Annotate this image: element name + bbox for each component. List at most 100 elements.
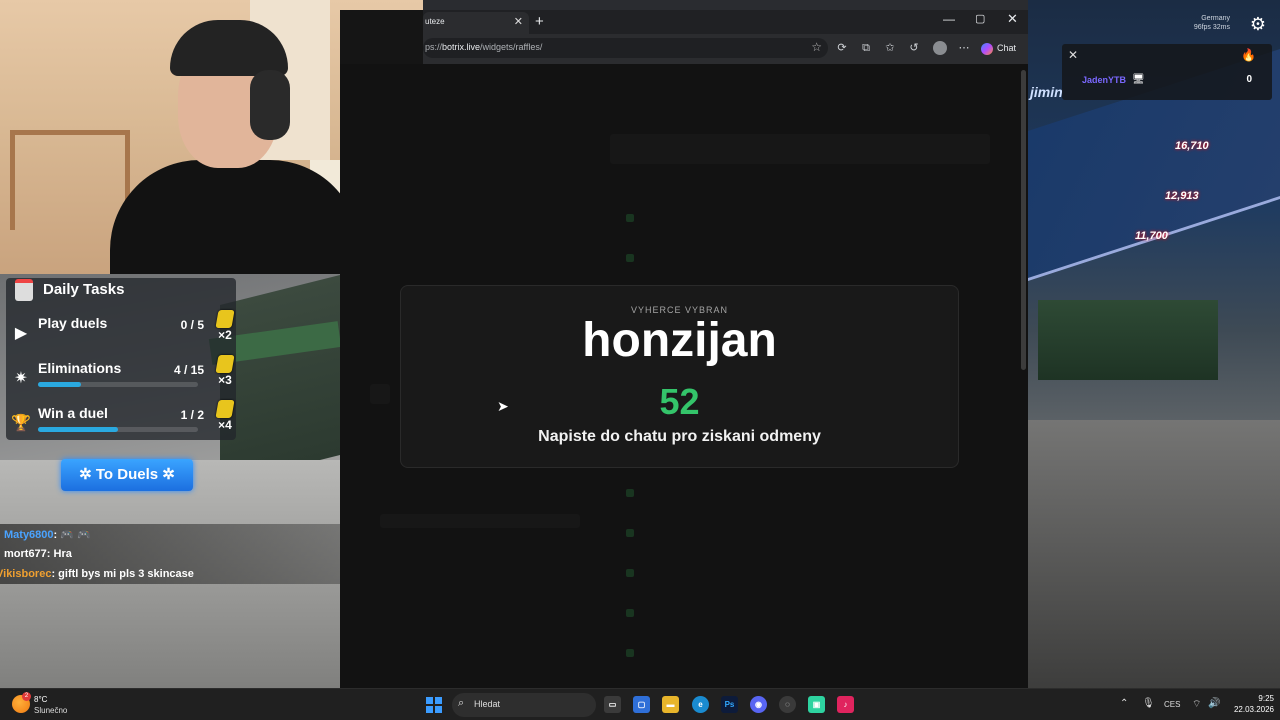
weather-condition: Slunečno [34, 706, 68, 715]
monitor-icon: 🖥 [1132, 74, 1145, 85]
winner-number: 52 [659, 381, 700, 422]
game-view-right [1028, 0, 1280, 688]
notification-badge: 2 [22, 692, 31, 701]
windows-start-icon[interactable] [426, 697, 442, 713]
server-info: Germany 96fps 32ms [1170, 14, 1230, 32]
tiktok-icon[interactable]: ♪ [837, 696, 854, 713]
task-row: ▶ Play duels 0 / 5 ×2 [6, 310, 236, 355]
calendar-icon [15, 279, 33, 301]
daily-tasks-panel: Daily Tasks ▶ Play duels 0 / 5 ×2 ✷ Elim… [6, 278, 236, 440]
mouse-cursor: ➤ [497, 398, 509, 414]
photoshop-icon[interactable]: Ps [721, 696, 738, 713]
url-path: /widgets/raffles/ [480, 42, 543, 52]
url-field[interactable]: ps://botrix.live/widgets/raffles/ ☆ [423, 38, 828, 58]
reward-multiplier: ×2 [218, 328, 232, 342]
maximize-icon[interactable]: ▢ [975, 12, 985, 25]
chat-text: : 🎮 🎮 [53, 529, 91, 541]
language-indicator[interactable]: CES [1164, 700, 1180, 709]
close-icon[interactable]: ✕ [1068, 48, 1078, 62]
chat-username: mort677 [4, 548, 47, 560]
copilot-chat-button[interactable]: Chat [981, 40, 1016, 56]
volume-icon[interactable]: 🔊 [1208, 698, 1220, 709]
server-stats: 96fps 32ms [1193, 24, 1230, 31]
microphone-icon[interactable]: 🎙 [1142, 698, 1155, 709]
headphones [250, 70, 290, 140]
close-icon[interactable]: ✕ [514, 15, 523, 28]
clock[interactable]: 9:25 22.03.2026 [1222, 693, 1274, 715]
search-icon: ⌕ [458, 697, 465, 709]
task-view-icon[interactable]: ▭ [604, 696, 621, 713]
search-placeholder: Hledat [474, 699, 501, 709]
address-bar: ps://botrix.live/widgets/raffles/ ☆ ⟳ ⧉ … [423, 34, 1028, 64]
coin-icon [215, 310, 235, 328]
faded-dot [626, 609, 634, 617]
chevron-up-icon[interactable]: ⌃ [1120, 698, 1128, 709]
chat-text: : giftl bys mi pls 3 skincase [51, 568, 194, 580]
task-progress-bar [38, 427, 198, 432]
score-card: ✕ 🔥 JadenYTB 🖥 0 [1062, 44, 1272, 100]
game-wall [220, 275, 340, 485]
price-tag: 16,710 [1175, 140, 1209, 152]
faded-row [610, 134, 990, 164]
chat-message: Maty6800: 🎮 🎮 [4, 528, 91, 541]
scrollbar[interactable] [1021, 70, 1026, 370]
app-icon[interactable]: ◌ [779, 696, 796, 713]
app-icon[interactable]: ▢ [633, 696, 650, 713]
daily-tasks-title: Daily Tasks [43, 281, 125, 298]
webcam-chair [10, 130, 130, 230]
browser-window: uteze ✕ + — ▢ ✕ ps://botrix.live/widgets… [340, 10, 1028, 688]
task-count: 4 / 15 [173, 363, 204, 377]
game-rack [1038, 300, 1218, 380]
more-icon[interactable]: ⋯ [957, 41, 971, 55]
desktop: jimin 16,710 12,913 11,700 Germany 96fps… [0, 0, 1280, 720]
chat-username: Vikisborec [0, 568, 52, 580]
close-window-icon[interactable]: ✕ [1007, 11, 1018, 27]
split-icon[interactable]: ⧉ [859, 41, 873, 55]
taskbar: 2 8°C Slunečno ⌕ Hledat ▭ ▢ ▬ e Ps ◉ ◌ ▣… [0, 688, 1280, 720]
task-label: Eliminations [38, 360, 122, 376]
task-count: 1 / 2 [180, 408, 204, 422]
new-tab-icon[interactable]: + [535, 13, 544, 30]
star-icon[interactable]: ☆ [811, 40, 822, 54]
gear-icon[interactable]: ⚙ [1248, 14, 1268, 34]
winner-card: VYHERCE VYBRAN honzijan 52 Napiste do ch… [400, 285, 959, 468]
task-row: ✷ Eliminations 4 / 15 ×3 [6, 355, 236, 400]
url-prefix: ps:// [425, 42, 443, 52]
gear-icon: ✲ [162, 466, 175, 483]
price-tag: 11,700 [1135, 230, 1168, 242]
taskbar-search[interactable]: ⌕ Hledat [452, 693, 596, 717]
wifi-icon[interactable]: ⌔ [1192, 698, 1201, 711]
edge-icon[interactable]: e [692, 696, 709, 713]
faded-dot [626, 529, 634, 537]
app-icon[interactable]: ▣ [808, 696, 825, 713]
chat-message: Vikisborec: giftl bys mi pls 3 skincase [0, 568, 194, 580]
discord-icon[interactable]: ◉ [750, 696, 767, 713]
task-label: Play duels [38, 315, 108, 331]
chat-text: : Hra [46, 548, 72, 560]
file-explorer-icon[interactable]: ▬ [662, 696, 679, 713]
tab-title: uteze [425, 17, 445, 26]
chat-username: Maty6800 [4, 529, 54, 541]
copilot-icon [981, 42, 993, 55]
task-progress-fill [38, 382, 82, 387]
clock-time: 9:25 [1258, 694, 1274, 703]
minimize-icon[interactable]: — [943, 12, 955, 26]
url-text: ps://botrix.live/widgets/raffles/ [425, 42, 542, 52]
profile-avatar[interactable] [933, 41, 947, 55]
to-duels-label: To Duels [95, 466, 159, 483]
reward-multiplier: ×3 [218, 373, 232, 387]
faded-row [370, 384, 390, 404]
task-count: 0 / 5 [180, 318, 204, 332]
url-domain: botrix.live [442, 42, 481, 52]
tab-raffle[interactable]: uteze ✕ [423, 12, 529, 34]
winner-message: Napiste do chatu pro ziskani odmeny [538, 428, 821, 445]
history-icon[interactable]: ↺ [907, 41, 921, 55]
to-duels-button[interactable]: ✲ To Duels ✲ [61, 459, 193, 491]
gear-icon: ✲ [79, 466, 92, 483]
task-reward: ×4 [214, 400, 236, 440]
favorites-icon[interactable]: ✩ [883, 41, 897, 55]
weather-temperature: 8°C [34, 695, 48, 704]
extensions-icon[interactable]: ⟳ [835, 41, 849, 55]
tab-bar: uteze ✕ + — ▢ ✕ [423, 10, 1028, 34]
page-content: VYHERCE VYBRAN honzijan 52 Napiste do ch… [340, 64, 1028, 688]
